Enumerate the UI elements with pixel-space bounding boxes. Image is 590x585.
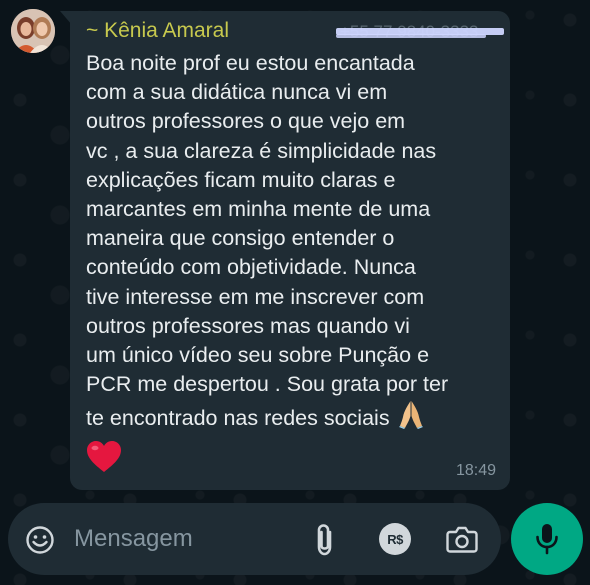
attach-button[interactable] — [313, 523, 339, 562]
message-composer: R$ — [8, 503, 501, 575]
message-line: PCR me despertou . Sou grata por ter — [86, 372, 449, 397]
message-line: vc , a sua clareza é simplicidade nas — [86, 138, 437, 163]
message-last-line: te encontrado nas redes sociais — [86, 399, 502, 433]
message-text: Boa noite prof eu estou encantada com a … — [86, 49, 502, 434]
emoji-button[interactable] — [25, 525, 55, 560]
message-line: te encontrado nas redes sociais — [86, 406, 390, 431]
payment-button[interactable]: R$ — [379, 523, 411, 555]
message-line: marcantes em minha mente de uma — [86, 197, 431, 222]
message-timestamp: 18:49 — [455, 462, 496, 479]
message-bubble[interactable]: ~ Kênia Amaral +55 77 9840-3333 Boa noit… — [70, 11, 510, 490]
message-input[interactable] — [74, 523, 284, 555]
currency-icon: R$ — [379, 523, 411, 555]
microphone-icon — [536, 524, 558, 555]
message-line: tive interesse em me inscrever com — [86, 284, 425, 309]
redacted-phone-number: +55 77 9840-3333 — [336, 22, 504, 41]
folded-hands-icon — [398, 401, 423, 430]
sender-avatar[interactable] — [11, 9, 55, 53]
paperclip-icon — [317, 524, 332, 556]
smiley-icon — [26, 526, 54, 554]
message-line: maneira que consigo entender o — [86, 226, 395, 251]
message-line: conteúdo com objetividade. Nunca — [86, 255, 416, 280]
message-line: com a sua didática nunca vi em — [86, 80, 388, 105]
camera-icon — [446, 526, 478, 553]
voice-message-button[interactable] — [511, 503, 583, 575]
message-line: outros professores o que vejo em — [86, 109, 406, 134]
sender-name[interactable]: ~ Kênia Amaral — [86, 19, 229, 43]
avatar-photo — [11, 9, 55, 53]
message-line: um único vídeo seu sobre Punção e — [86, 343, 430, 368]
camera-button[interactable] — [446, 524, 478, 559]
red-heart-icon — [87, 441, 121, 472]
message-line: Boa noite prof eu estou encantada — [86, 51, 415, 75]
message-line: explicações ficam muito claras e — [86, 167, 396, 192]
message-line: outros professores mas quando vi — [86, 313, 410, 338]
